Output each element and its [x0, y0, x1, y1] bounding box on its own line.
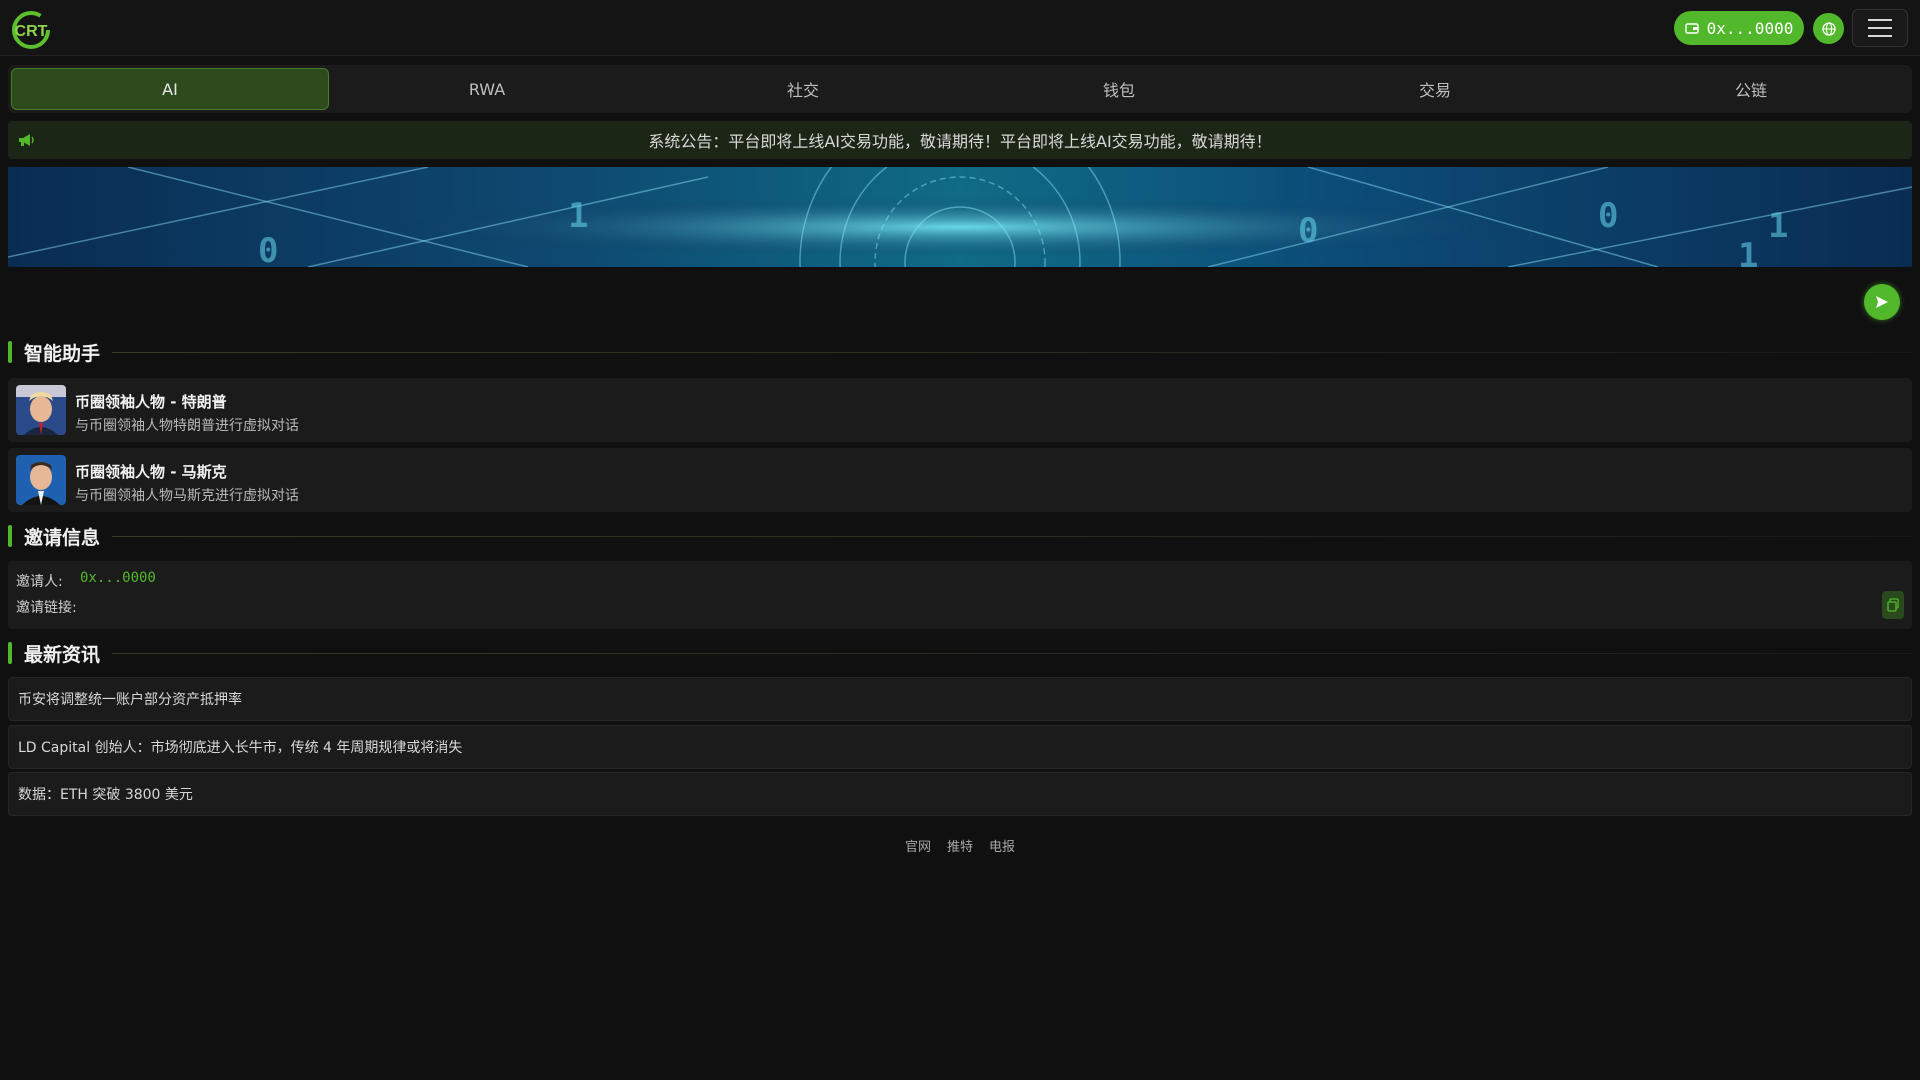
globe-icon [1821, 21, 1836, 36]
avatar [16, 455, 66, 505]
news-item[interactable]: 数据：ETH 突破 3800 美元 [8, 772, 1912, 816]
section-divider [112, 535, 1912, 537]
tab-rwa[interactable]: RWA [329, 68, 645, 110]
menu-line [1868, 27, 1892, 29]
wallet-icon [1684, 23, 1699, 34]
assistant-desc: 与币圈领袖人物特朗普进行虚拟对话 [75, 418, 299, 434]
assistant-card-musk[interactable]: 币圈领袖人物 - 马斯克 与币圈领袖人物马斯克进行虚拟对话 [8, 448, 1912, 512]
invite-link-label: 邀请链接: [16, 600, 77, 616]
section-accent-bar [8, 642, 12, 664]
app-header: CRT 0x...0000 [0, 0, 1920, 56]
tab-trade[interactable]: 交易 [1277, 68, 1593, 110]
footer-link-telegram[interactable]: 电报 [989, 836, 1015, 855]
wallet-connect-button[interactable]: 0x...0000 [1674, 11, 1804, 45]
copy-invite-link-button[interactable] [1882, 591, 1904, 619]
assistant-section-title: 智能助手 [8, 338, 1912, 366]
section-title-text: 智能助手 [24, 342, 101, 365]
footer-link-website[interactable]: 官网 [905, 836, 931, 855]
send-icon [1876, 296, 1888, 308]
megaphone-icon [19, 134, 34, 146]
ai-chat-input[interactable] [16, 284, 1856, 320]
footer-link-twitter[interactable]: 推特 [947, 836, 973, 855]
inviter-address: 0x...0000 [80, 570, 156, 586]
wallet-address: 0x...0000 [1706, 18, 1794, 38]
language-button[interactable] [1813, 13, 1844, 44]
svg-text:CRT: CRT [15, 23, 48, 40]
footer-links: 官网 推特 电报 [0, 836, 1920, 855]
svg-text:1: 1 [1738, 236, 1758, 267]
tab-wallet[interactable]: 钱包 [961, 68, 1277, 110]
send-button[interactable] [1864, 284, 1900, 320]
avatar [16, 385, 66, 435]
hero-banner[interactable]: 0 1 0 0 1 1 [8, 167, 1912, 267]
menu-line [1868, 35, 1892, 37]
news-item[interactable]: LD Capital 创始人：市场彻底进入长牛市，传统 4 年周期规律或将消失 [8, 725, 1912, 769]
svg-text:0: 0 [1298, 211, 1318, 251]
section-title-text: 最新资讯 [24, 643, 101, 666]
hamburger-menu-icon[interactable] [1852, 9, 1908, 47]
assistant-name: 币圈领袖人物 - 特朗普 [75, 393, 227, 411]
invite-section-title: 邀请信息 [8, 522, 1912, 550]
section-accent-bar [8, 341, 12, 363]
news-section-title: 最新资讯 [8, 639, 1912, 667]
inviter-label: 邀请人: [16, 574, 63, 590]
announcement-text: 系统公告：平台即将上线AI交易功能，敬请期待！平台即将上线AI交易功能，敬请期待… [648, 132, 1272, 151]
banner-graphic: 0 1 0 0 1 1 [8, 167, 1912, 267]
svg-text:0: 0 [258, 231, 278, 267]
section-title-text: 邀请信息 [24, 526, 101, 549]
svg-text:1: 1 [568, 196, 588, 236]
copy-icon [1887, 598, 1899, 612]
tab-social[interactable]: 社交 [645, 68, 961, 110]
assistant-card-trump[interactable]: 币圈领袖人物 - 特朗普 与币圈领袖人物特朗普进行虚拟对话 [8, 378, 1912, 442]
news-item[interactable]: 币安将调整统一账户部分资产抵押率 [8, 677, 1912, 721]
svg-text:1: 1 [1768, 206, 1788, 246]
category-tabs: AI RWA 社交 钱包 交易 公链 [8, 65, 1912, 113]
section-divider [112, 652, 1912, 654]
assistant-name: 币圈领袖人物 - 马斯克 [75, 463, 227, 481]
svg-text:0: 0 [1598, 196, 1618, 236]
assistant-desc: 与币圈领袖人物马斯克进行虚拟对话 [75, 488, 299, 504]
tab-ai[interactable]: AI [11, 68, 329, 110]
tab-chain[interactable]: 公链 [1593, 68, 1909, 110]
section-divider [112, 351, 1912, 353]
announcement-bar: 系统公告：平台即将上线AI交易功能，敬请期待！平台即将上线AI交易功能，敬请期待… [8, 121, 1912, 159]
section-accent-bar [8, 525, 12, 547]
logo[interactable]: CRT [10, 9, 52, 51]
invite-card: 邀请人: 0x...0000 邀请链接: [8, 561, 1912, 629]
menu-line [1868, 19, 1892, 21]
ai-chat-input-row [8, 280, 1912, 324]
